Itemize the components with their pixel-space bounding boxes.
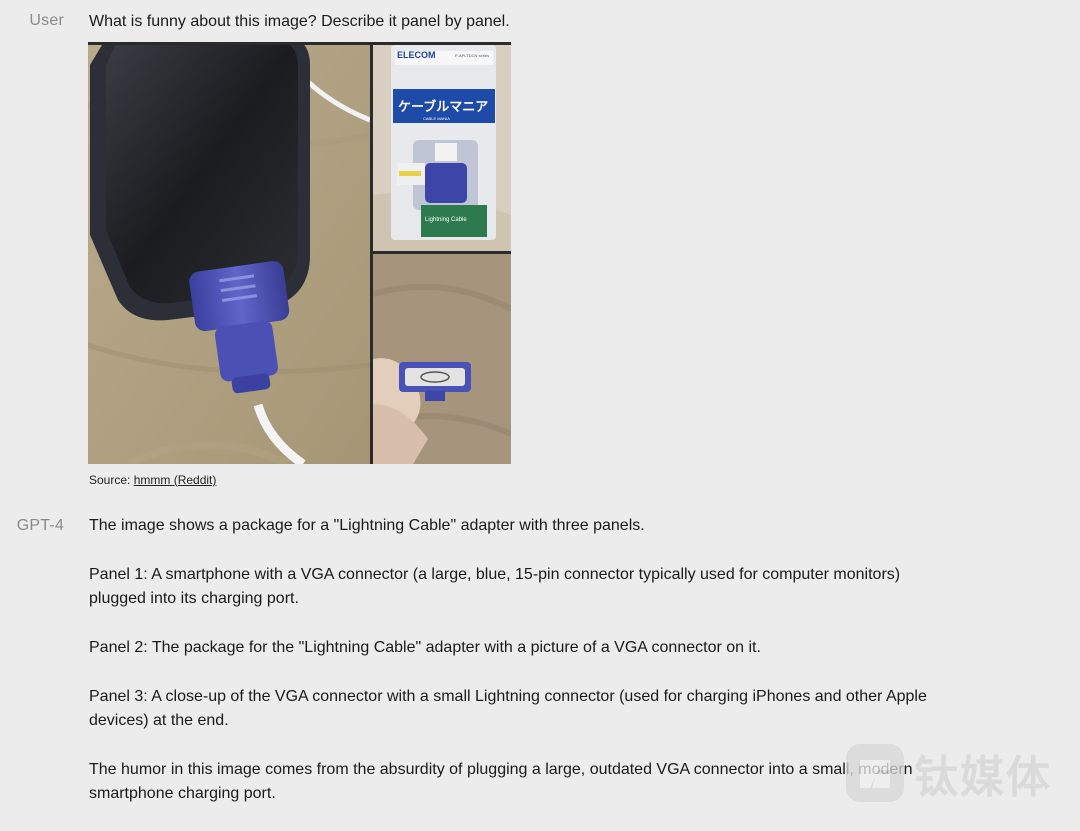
source-link[interactable]: hmmm (Reddit) — [134, 473, 217, 487]
response-paragraph: Panel 1: A smartphone with a VGA connect… — [89, 566, 901, 607]
panel-phone-with-vga-connector — [88, 45, 370, 464]
package-badge-text: Lightning Cable — [425, 217, 467, 223]
response-paragraph: The humor in this image comes from the a… — [89, 761, 913, 802]
user-prompt-text: What is funny about this image? Describe… — [89, 13, 510, 30]
panel-connector-closeup — [373, 254, 511, 464]
assistant-role-label: GPT-4 — [16, 517, 64, 534]
response-paragraph: Panel 3: A close-up of the VGA connector… — [89, 688, 927, 729]
attached-image[interactable]: ELECOM P-APLTDCN series ケーブルマニア CABLE MA… — [88, 42, 511, 464]
watermark: 钛媒体 — [846, 742, 1052, 804]
image-source: Source: hmmm (Reddit) — [89, 473, 216, 487]
response-paragraph: Panel 2: The package for the "Lightning … — [89, 639, 761, 656]
response-paragraph: The image shows a package for a "Lightni… — [89, 517, 645, 534]
package-title-text: ケーブルマニア — [398, 99, 488, 115]
watermark-logo-icon — [846, 744, 904, 802]
watermark-text: 钛媒体 — [914, 752, 1052, 803]
source-prefix: Source: — [89, 473, 134, 487]
user-role-label: User — [29, 12, 64, 29]
assistant-response: The image shows a package for a "Lightni… — [89, 514, 939, 831]
package-series-text: P-APLTDCN series — [455, 53, 489, 58]
package-brand-text: ELECOM — [397, 50, 436, 60]
panel-cable-package: ELECOM P-APLTDCN series ケーブルマニア CABLE MA… — [373, 45, 511, 251]
package-subtitle-text: CABLE MANIA — [423, 116, 450, 121]
